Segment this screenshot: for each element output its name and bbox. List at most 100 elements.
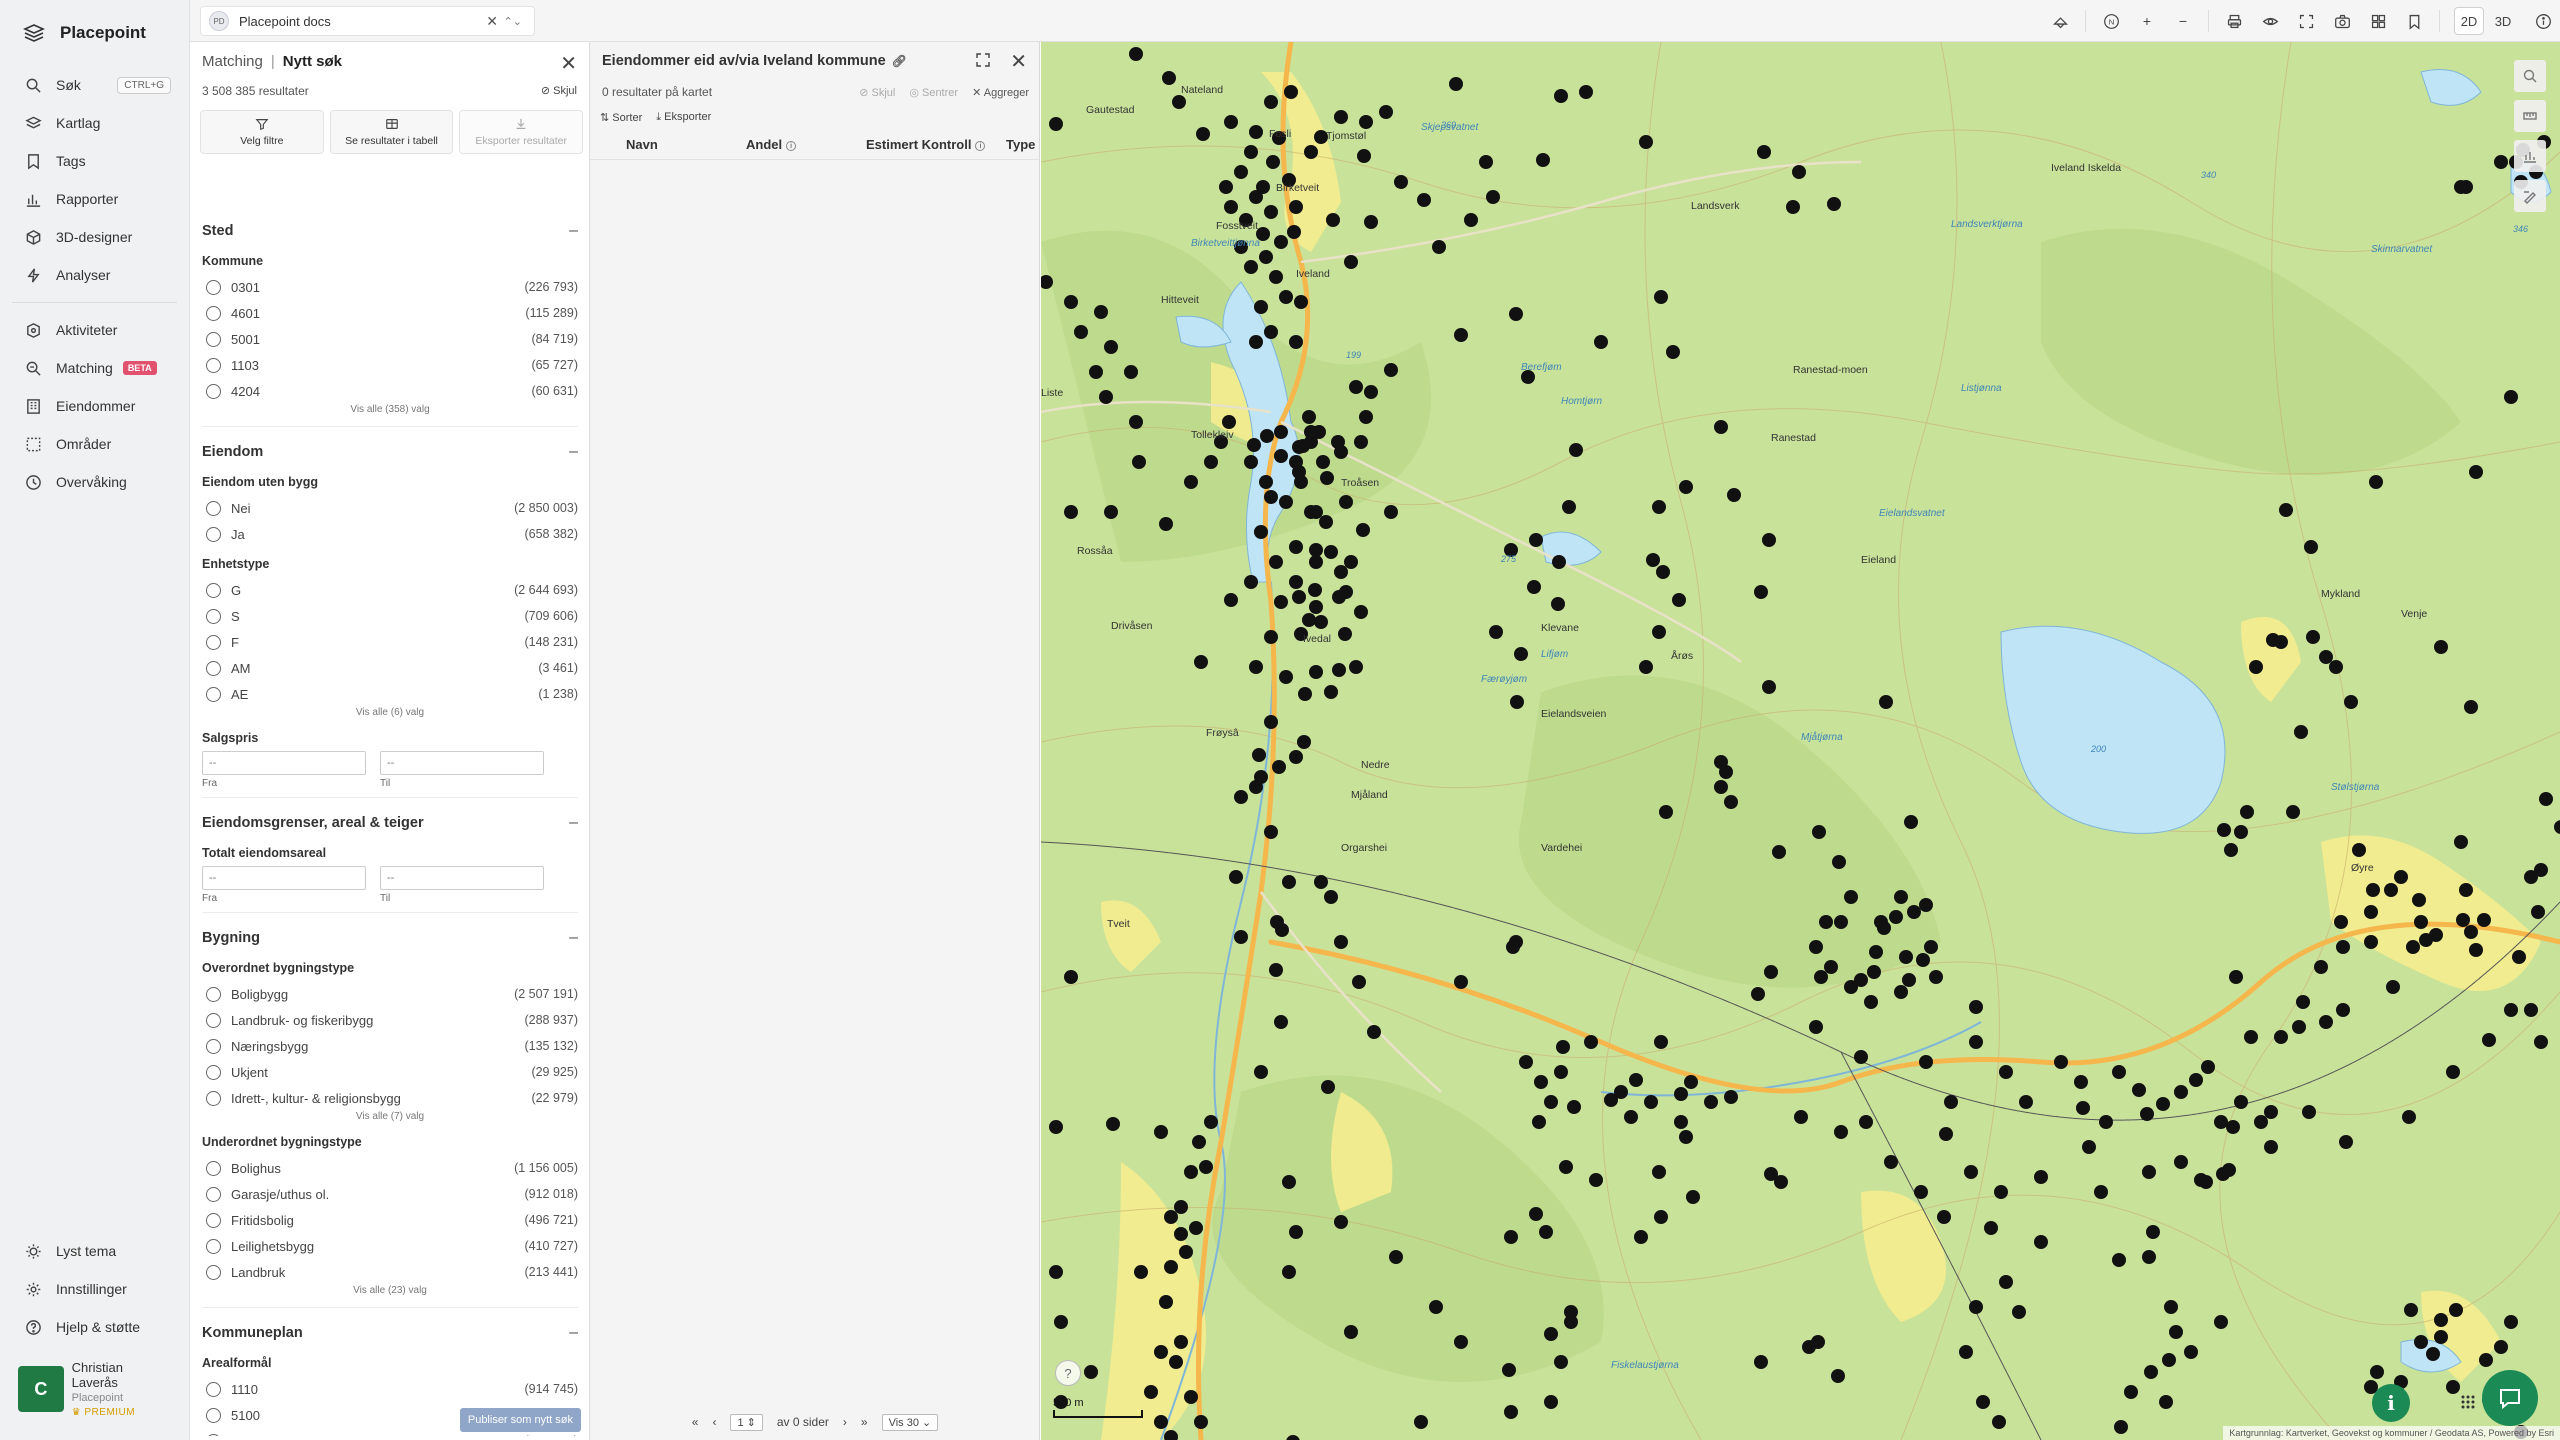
radio-button[interactable] bbox=[206, 357, 221, 373]
filter-sections[interactable]: Sted – Kommune 0301 (226 793) 4601 (115 289) 50… bbox=[192, 214, 590, 1436]
filter-option[interactable]: 5001 (84 719) bbox=[202, 326, 578, 352]
sidebar-item-eiendommer[interactable]: Eiendommer bbox=[0, 387, 189, 425]
zoom-in-icon[interactable]: + bbox=[2136, 10, 2158, 32]
col-name[interactable]: Navn bbox=[626, 137, 746, 152]
next-page-icon[interactable]: › bbox=[843, 1415, 847, 1429]
sidebar-item-lyst-tema[interactable]: Lyst tema bbox=[0, 1232, 190, 1270]
aggregate-button[interactable]: ✕ Aggreger bbox=[972, 86, 1029, 99]
section-header[interactable]: Bygning – bbox=[202, 921, 578, 951]
radio-button[interactable] bbox=[206, 1381, 221, 1397]
filter-option[interactable]: Næringsbygg (135 132) bbox=[202, 1033, 578, 1059]
prev-page-icon[interactable]: ‹ bbox=[712, 1415, 716, 1429]
zoom-out-icon[interactable]: − bbox=[2172, 10, 2194, 32]
filter-option[interactable]: Landbruk- og fiskeribygg (288 937) bbox=[202, 1007, 578, 1033]
compass-icon[interactable]: N bbox=[2100, 10, 2122, 32]
close-icon[interactable]: ✕ bbox=[486, 13, 498, 30]
section-header[interactable]: Kommuneplan – bbox=[202, 1316, 578, 1346]
section-header[interactable]: Eiendomsgrenser, areal & teiger – bbox=[202, 806, 578, 836]
show-all-link[interactable]: Vis alle (23) valg bbox=[202, 1285, 578, 1299]
last-page-icon[interactable]: » bbox=[861, 1415, 868, 1429]
sidebar-item-overvåking[interactable]: Overvåking bbox=[0, 463, 189, 501]
range-from-input[interactable] bbox=[202, 751, 366, 775]
choose-filters-button[interactable]: Velg filtre bbox=[200, 110, 324, 154]
map-search-icon[interactable] bbox=[2514, 60, 2546, 92]
show-all-link[interactable]: Vis alle (358) valg bbox=[202, 404, 578, 418]
help-icon[interactable]: ? bbox=[1055, 1360, 1081, 1386]
bookmark-icon[interactable] bbox=[2403, 10, 2425, 32]
radio-button[interactable] bbox=[206, 305, 221, 321]
range-to-input[interactable] bbox=[380, 751, 544, 775]
collapse-icon[interactable]: – bbox=[569, 443, 578, 461]
sidebar-item-områder[interactable]: Områder bbox=[0, 425, 189, 463]
sidebar-item-tags[interactable]: Tags bbox=[0, 142, 189, 180]
draw-icon[interactable] bbox=[2514, 180, 2546, 212]
filter-option[interactable]: Fritidsbolig (496 721) bbox=[202, 1207, 578, 1233]
section-header[interactable]: Sted – bbox=[202, 214, 578, 244]
radio-button[interactable] bbox=[206, 1012, 221, 1028]
close-icon[interactable]: ✕ bbox=[1010, 49, 1027, 74]
workspace-tab[interactable]: PD Placepoint docs ✕ ⌃⌄ bbox=[200, 6, 535, 36]
chat-button[interactable] bbox=[2482, 1370, 2538, 1426]
col-control[interactable]: Estimert Kontroll i bbox=[866, 137, 1006, 152]
collapse-icon[interactable]: – bbox=[569, 814, 578, 832]
tab-matching[interactable]: Matching bbox=[202, 53, 263, 70]
range-to-input[interactable] bbox=[380, 866, 544, 890]
sidebar-item-3d-designer[interactable]: 3D-designer bbox=[0, 218, 189, 256]
info-icon[interactable]: i bbox=[786, 140, 797, 151]
radio-button[interactable] bbox=[206, 1186, 221, 1202]
sidebar-item-analyser[interactable]: Analyser bbox=[0, 256, 189, 294]
radio-button[interactable] bbox=[206, 986, 221, 1002]
info-icon[interactable] bbox=[2532, 10, 2554, 32]
collapse-icon[interactable]: – bbox=[569, 222, 578, 240]
radio-button[interactable] bbox=[206, 383, 221, 399]
measure-icon[interactable] bbox=[2514, 100, 2546, 132]
show-all-link[interactable]: Vis alle (6) valg bbox=[202, 707, 578, 721]
radio-button[interactable] bbox=[206, 686, 221, 702]
sidebar-item-matching[interactable]: Matching BETA bbox=[0, 349, 189, 387]
chevron-updown-icon[interactable]: ⌃⌄ bbox=[504, 15, 522, 28]
filter-option[interactable]: AM (3 461) bbox=[202, 655, 578, 681]
sidebar-item-rapporter[interactable]: Rapporter bbox=[0, 180, 189, 218]
filter-option[interactable]: Bolighus (1 156 005) bbox=[202, 1155, 578, 1181]
show-all-link[interactable]: Vis alle (7) valg bbox=[202, 1111, 578, 1125]
apps-grid-icon[interactable] bbox=[2460, 1394, 2476, 1410]
radio-button[interactable] bbox=[206, 1038, 221, 1054]
center-results-button[interactable]: ◎ Sentrer bbox=[909, 86, 958, 99]
sidebar-item-kartlag[interactable]: Kartlag bbox=[0, 104, 189, 142]
filter-option[interactable]: 0301 (226 793) bbox=[202, 274, 578, 300]
filter-option[interactable]: 4204 (60 631) bbox=[202, 378, 578, 404]
export-button[interactable]: ⤓ Eksporter bbox=[656, 111, 711, 124]
radio-button[interactable] bbox=[206, 582, 221, 598]
hide-results-button[interactable]: ⊘ Skjul bbox=[859, 86, 895, 99]
col-share[interactable]: Andel i bbox=[746, 137, 866, 152]
radio-button[interactable] bbox=[206, 279, 221, 295]
radio-button[interactable] bbox=[206, 1238, 221, 1254]
radio-button[interactable] bbox=[206, 1160, 221, 1176]
filter-option[interactable]: Boligbygg (2 507 191) bbox=[202, 981, 578, 1007]
sidebar-item-søk[interactable]: Søk CTRL+G bbox=[0, 66, 189, 104]
grid-layout-icon[interactable] bbox=[2367, 10, 2389, 32]
filter-option[interactable]: Idrett-, kultur- & religionsbygg (22 979) bbox=[202, 1085, 578, 1111]
filter-option[interactable]: 1103 (65 727) bbox=[202, 352, 578, 378]
info-button[interactable]: i bbox=[2372, 1384, 2410, 1422]
radio-button[interactable] bbox=[206, 608, 221, 624]
chart-icon[interactable] bbox=[2514, 140, 2546, 172]
dim-2d-button[interactable]: 2D bbox=[2454, 7, 2484, 35]
radio-button[interactable] bbox=[206, 1407, 221, 1423]
user-card[interactable]: C Christian Laverås Placepoint ♛ PREMIUM bbox=[0, 1346, 190, 1440]
eye-icon[interactable] bbox=[2259, 10, 2281, 32]
filter-option[interactable]: Leilighetsbygg (410 727) bbox=[202, 1233, 578, 1259]
filter-option[interactable]: 1110 (914 745) bbox=[202, 1376, 578, 1402]
filter-option[interactable]: F (148 231) bbox=[202, 629, 578, 655]
page-input[interactable]: 1 ⇕ bbox=[730, 1413, 763, 1431]
radio-button[interactable] bbox=[206, 1090, 221, 1106]
sidebar-item-innstillinger[interactable]: Innstillinger bbox=[0, 1270, 190, 1308]
filter-option[interactable]: G (2 644 693) bbox=[202, 577, 578, 603]
camera-icon[interactable] bbox=[2331, 10, 2353, 32]
per-page-select[interactable]: Vis 30 ⌄ bbox=[881, 1413, 939, 1431]
layers-stack-icon[interactable] bbox=[2049, 10, 2071, 32]
view-table-button[interactable]: Se resultater i tabell bbox=[329, 110, 454, 154]
filter-option[interactable]: Garasje/uthus ol. (912 018) bbox=[202, 1181, 578, 1207]
radio-button[interactable] bbox=[206, 500, 221, 516]
radio-button[interactable] bbox=[206, 526, 221, 542]
